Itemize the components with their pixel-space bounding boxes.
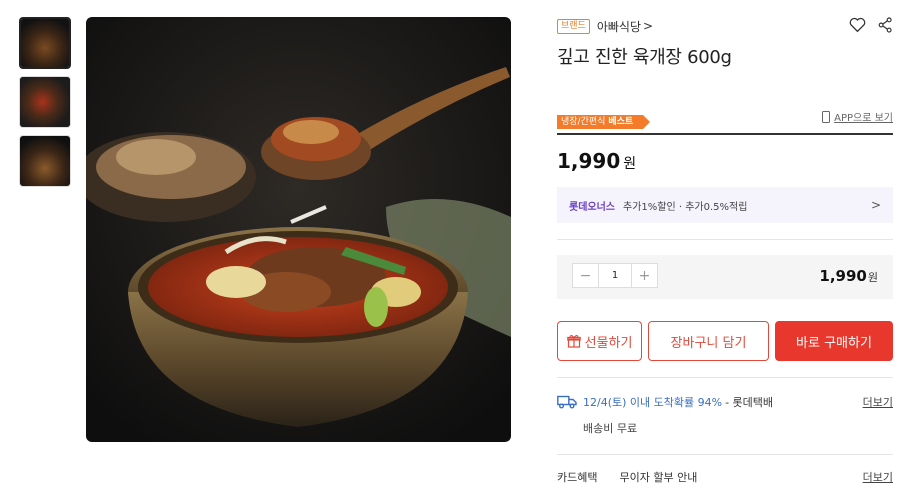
shipping-more-link[interactable]: 더보기 bbox=[863, 394, 893, 410]
quantity-input[interactable]: 1 bbox=[598, 264, 632, 287]
delivery-eta: 12/4(토) 이내 도착확률 94% bbox=[583, 396, 723, 409]
membership-benefit: 추가1%할인 · 추가0.5%적립 bbox=[623, 201, 748, 213]
tag-best: 베스트 bbox=[608, 117, 634, 127]
thumbnail-2[interactable] bbox=[19, 76, 71, 128]
brand-arrow-icon[interactable]: > bbox=[643, 19, 653, 33]
brand-row: 브랜드 아빠식당 > bbox=[557, 17, 893, 35]
action-icons bbox=[849, 17, 893, 33]
brand-link[interactable]: 아빠식당 bbox=[597, 18, 641, 35]
shipping-fee: 배송비 무료 bbox=[583, 422, 638, 435]
product-info-panel: 브랜드 아빠식당 > 깊고 진한 육개장 600g 냉장/간편식 베스트 APP… bbox=[557, 17, 893, 485]
gift-label: 선물하기 bbox=[584, 335, 633, 351]
product-image bbox=[86, 17, 511, 442]
price: 1,990 bbox=[557, 149, 621, 173]
thumbnail-1[interactable] bbox=[19, 17, 71, 69]
share-icon[interactable] bbox=[878, 17, 893, 33]
truck-icon bbox=[557, 395, 577, 409]
purchase-buttons: 선물하기 장바구니 담기 바로 구매하기 bbox=[557, 321, 893, 361]
card-more-link[interactable]: 더보기 bbox=[863, 469, 893, 485]
chevron-right-icon: > bbox=[870, 198, 881, 212]
price-row: 1,990 원 bbox=[557, 149, 893, 173]
total-amount: 1,990 bbox=[819, 267, 867, 285]
tag-row: 냉장/간편식 베스트 APP으로 보기 bbox=[557, 109, 893, 129]
card-benefit-label: 카드혜택 bbox=[557, 471, 598, 484]
divider bbox=[557, 454, 893, 455]
heart-icon[interactable] bbox=[849, 17, 866, 33]
total-price: 1,990 원 bbox=[819, 267, 878, 285]
add-to-cart-button[interactable]: 장바구니 담기 bbox=[648, 321, 769, 361]
divider bbox=[557, 377, 893, 378]
divider bbox=[557, 239, 893, 240]
shipping-row: 12/4(토) 이내 도착확률 94% - 롯데택배 더보기 bbox=[557, 394, 893, 410]
brand-badge: 브랜드 bbox=[557, 18, 590, 34]
buy-now-button[interactable]: 바로 구매하기 bbox=[775, 321, 893, 361]
minus-button[interactable]: − bbox=[573, 264, 598, 287]
price-currency: 원 bbox=[623, 156, 637, 172]
installment-info: 무이자 할부 안내 bbox=[619, 471, 698, 484]
membership-banner[interactable]: 롯데오너스 추가1%할인 · 추가0.5%적립 > bbox=[557, 187, 893, 223]
plus-button[interactable]: + bbox=[632, 264, 657, 287]
app-view-label: APP으로 보기 bbox=[834, 113, 893, 124]
mobile-icon bbox=[822, 110, 831, 123]
gift-icon bbox=[566, 334, 581, 348]
product-title: 깊고 진한 육개장 600g bbox=[557, 47, 732, 68]
membership-name: 롯데오너스 bbox=[569, 201, 615, 213]
thumbnail-3[interactable] bbox=[19, 135, 71, 187]
divider bbox=[557, 133, 893, 135]
best-tag[interactable]: 냉장/간편식 베스트 bbox=[557, 115, 651, 129]
quantity-box: − 1 + 1,990 원 bbox=[557, 255, 893, 299]
card-benefit-row: 카드혜택 무이자 할부 안내 더보기 bbox=[557, 469, 893, 485]
gift-button[interactable]: 선물하기 bbox=[557, 321, 642, 361]
thumbnail-list bbox=[19, 17, 71, 194]
total-currency: 원 bbox=[867, 271, 878, 284]
app-view-link[interactable]: APP으로 보기 bbox=[822, 109, 893, 124]
quantity-stepper: − 1 + bbox=[572, 263, 658, 288]
tag-category: 냉장/간편식 bbox=[561, 117, 606, 127]
delivery-carrier: - 롯데택배 bbox=[725, 396, 774, 409]
